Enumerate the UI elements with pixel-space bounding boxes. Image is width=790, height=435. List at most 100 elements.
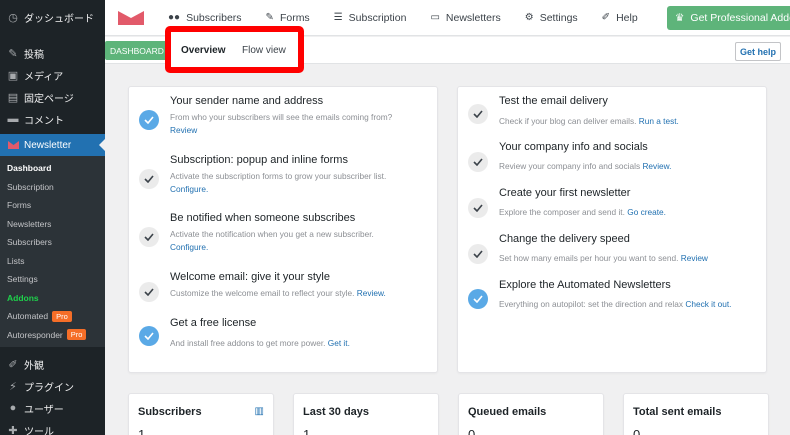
wp-menu-media[interactable]: ▣ メディア	[0, 64, 105, 86]
task-title: Create your first newsletter	[499, 187, 631, 199]
task-desc: And install free addons to get more powe…	[170, 337, 350, 350]
stat-card-subscribers: Subscribers ▥ 1	[128, 393, 274, 435]
task-desc-text: Everything on autopilot: set the directi…	[499, 299, 684, 309]
wp-menu-pages[interactable]: ▤ 固定ページ	[0, 86, 105, 108]
submenu-automated[interactable]: Automated Pro	[0, 307, 105, 326]
plugin-icon: ⚡	[9, 380, 17, 393]
submenu-label: Forms	[7, 200, 32, 211]
stat-title: Total sent emails	[633, 406, 722, 418]
submenu-dashboard[interactable]: Dashboard	[0, 159, 105, 178]
wrench-icon: ✚	[8, 424, 18, 435]
task-link[interactable]: Go create.	[627, 207, 666, 217]
newsletter-logo-icon[interactable]	[118, 10, 144, 25]
stat-card-last-30-days: Last 30 days 1	[293, 393, 439, 435]
task-desc-text: From who your subscribers will see the e…	[170, 112, 393, 122]
dashboard-subbar: DASHBOARD Overview Flow view Get help	[105, 26, 790, 73]
wp-menu-appearance[interactable]: ✐ 外観	[0, 353, 105, 375]
task-desc: From who your subscribers will see the e…	[170, 111, 392, 136]
pin-icon: ✎	[8, 47, 18, 60]
task-link[interactable]: Review	[681, 253, 708, 263]
submenu-subscription[interactable]: Subscription	[0, 178, 105, 197]
submenu-forms[interactable]: Forms	[0, 196, 105, 215]
get-help-button[interactable]: Get help	[735, 42, 782, 61]
check-pending-icon	[468, 198, 488, 218]
task-title: Get a free license	[170, 317, 257, 329]
nav-help[interactable]: ✐ Help	[602, 12, 638, 24]
task-desc: Explore the composer and send it. Go cre…	[499, 206, 666, 219]
comment-icon: ▬	[7, 113, 19, 125]
task-title: Subscription: popup and inline forms	[170, 154, 348, 166]
stat-value: 0	[633, 427, 641, 435]
stat-value: 1	[303, 427, 311, 435]
check-pending-icon	[468, 104, 488, 124]
task-desc-text: Activate the subscription forms to grow …	[170, 171, 387, 181]
check-pending-icon	[139, 227, 159, 247]
task-link[interactable]: Configure.	[170, 184, 208, 194]
wp-menu-newsletter-label: Newsletter	[24, 139, 72, 151]
chart-icon[interactable]: ▥	[255, 406, 264, 417]
edit-icon: ✎	[265, 12, 274, 23]
nav-subscribers[interactable]: ●● Subscribers	[168, 12, 242, 24]
nav-subscription[interactable]: ☰ Subscription	[334, 12, 407, 24]
tab-flow-view[interactable]: Flow view	[242, 45, 286, 56]
wp-menu-tools[interactable]: ✚ ツール	[0, 419, 105, 435]
wp-menu-dashboard-label: ダッシュボード	[24, 13, 94, 25]
task-link[interactable]: Review.	[357, 288, 386, 298]
newspaper-icon: ▭	[430, 12, 440, 23]
tasks-card-right: Test the email delivery Check if your bl…	[457, 86, 767, 373]
task-title: Test the email delivery	[499, 95, 608, 107]
submenu-lists[interactable]: Lists	[0, 252, 105, 271]
wp-menu-dashboard[interactable]: ◷ ダッシュボード	[0, 6, 105, 28]
stat-value: 0	[468, 427, 476, 435]
media-icon: ▣	[7, 69, 19, 82]
nav-settings-label: Settings	[539, 11, 578, 24]
wp-menu-plugins[interactable]: ⚡ プラグイン	[0, 375, 105, 397]
task-link[interactable]: Review.	[642, 161, 671, 171]
submenu-settings[interactable]: Settings	[0, 270, 105, 289]
users-icon: ●●	[168, 12, 181, 23]
nav-settings[interactable]: ⚙ Settings	[525, 12, 578, 24]
task-desc-text: Check if your blog can deliver emails.	[499, 116, 637, 126]
newsletter-submenu: Dashboard Subscription Forms Newsletters…	[0, 156, 105, 347]
pencil-icon: ✐	[601, 12, 611, 23]
dashboard-icon: ◷	[8, 11, 18, 24]
task-desc: Check if your blog can deliver emails. R…	[499, 115, 679, 128]
task-desc-text: And install free addons to get more powe…	[170, 338, 326, 348]
submenu-newsletters[interactable]: Newsletters	[0, 215, 105, 234]
wp-menu-comments[interactable]: ▬ コメント	[0, 108, 105, 130]
wp-menu-posts[interactable]: ✎ 投稿	[0, 42, 105, 64]
task-desc-text: Set how many emails per hour you want to…	[499, 253, 679, 263]
tab-overview[interactable]: Overview	[181, 45, 225, 56]
task-desc-text: Review your company info and socials	[499, 161, 641, 171]
brush-icon: ✐	[8, 358, 18, 371]
nav-newsletters-label: Newsletters	[445, 11, 501, 24]
task-link[interactable]: Get it.	[328, 338, 350, 348]
wp-menu-newsletter[interactable]: Newsletter	[0, 134, 105, 156]
nav-forms[interactable]: ✎ Forms	[266, 12, 310, 24]
nav-newsletters[interactable]: ▭ Newsletters	[430, 12, 500, 24]
task-link[interactable]: Run a test.	[639, 116, 679, 126]
check-done-icon	[139, 326, 159, 346]
submenu-addons[interactable]: Addons	[0, 289, 105, 308]
task-desc-text: Customize the welcome email to reflect y…	[170, 288, 355, 298]
wp-admin-sidebar: ◷ ダッシュボード ✎ 投稿 ▣ メディア ▤ 固定ページ ▬ コメント New…	[0, 0, 105, 435]
pro-badge: Pro	[52, 310, 72, 322]
get-pro-button[interactable]: ♛ Get Professional Addons	[667, 6, 790, 30]
task-link[interactable]: Review	[170, 125, 197, 135]
submenu-autoresponder[interactable]: Autoresponder Pro	[0, 326, 105, 345]
stat-value: 1	[138, 427, 146, 435]
get-pro-label: Get Professional Addons	[690, 12, 790, 24]
wp-menu-tools-label: ツール	[24, 426, 54, 435]
check-pending-icon	[139, 282, 159, 302]
submenu-subscribers[interactable]: Subscribers	[0, 233, 105, 252]
task-desc: Activate the subscription forms to grow …	[170, 170, 386, 195]
wp-menu-users[interactable]: ● ユーザー	[0, 397, 105, 419]
task-link[interactable]: Check it out.	[685, 299, 731, 309]
task-link[interactable]: Configure.	[170, 242, 208, 252]
task-title: Be notified when someone subscribes	[170, 212, 356, 224]
check-pending-icon	[468, 244, 488, 264]
wp-menu-media-label: メディア	[24, 71, 64, 83]
tasks-card-left: Your sender name and address From who yo…	[128, 86, 438, 373]
stat-card-queued: Queued emails 0	[458, 393, 604, 435]
task-title: Your company info and socials	[499, 141, 648, 153]
